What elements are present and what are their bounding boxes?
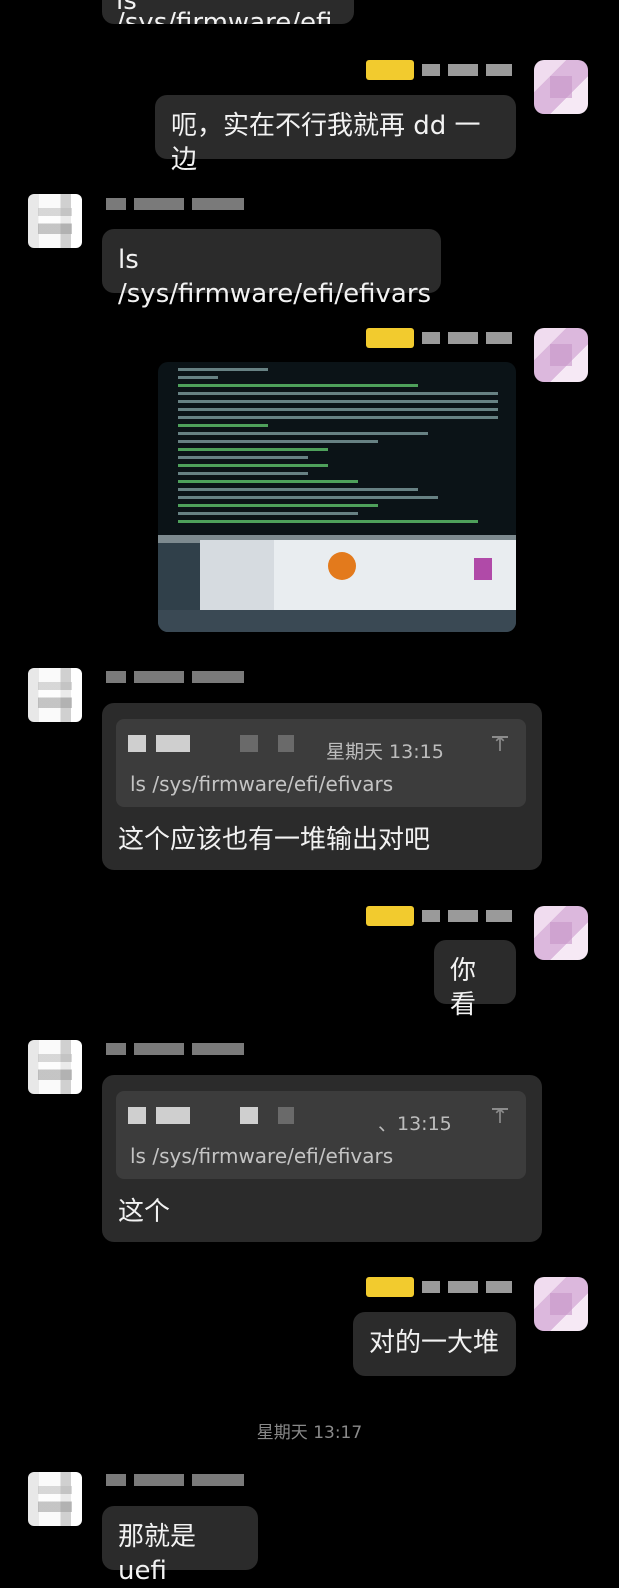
quoted-text: ls /sys/firmware/efi/efivars: [130, 772, 394, 796]
quoted-text: ls /sys/firmware/efi/efivars: [130, 1144, 394, 1168]
avatar[interactable]: [28, 194, 82, 248]
member-tag: [366, 1277, 414, 1297]
member-tag: [366, 906, 414, 926]
sender-info-right: [366, 1277, 512, 1297]
message-text: 你看: [450, 956, 477, 1020]
avatar[interactable]: [534, 1277, 588, 1331]
message-text: 呃，实在不行我就再 dd 一边: [171, 111, 481, 175]
message-bubble-outgoing[interactable]: 你看: [434, 940, 516, 1020]
arrow-up-to-top-icon[interactable]: ↑: [490, 1105, 510, 1127]
chat-timestamp: 星期天 13:17: [256, 1423, 363, 1443]
avatar[interactable]: [534, 60, 588, 114]
app-icon: [474, 558, 492, 580]
message-text: 对的一大堆: [369, 1328, 500, 1358]
message-bubble-outgoing[interactable]: 呃，实在不行我就再 dd 一边: [155, 95, 516, 175]
sender-info-left: [106, 1472, 244, 1488]
sender-info-right: [366, 60, 512, 80]
avatar[interactable]: [534, 328, 588, 382]
message-text: 这个: [118, 1197, 171, 1227]
message-bubble-incoming[interactable]: ls /sys/firmware/efi/efivars: [102, 229, 441, 309]
sender-info-right: [366, 328, 512, 348]
avatar[interactable]: [28, 1472, 82, 1526]
sender-info-right: [366, 906, 512, 926]
message-text: 这个应该也有一堆输出对吧: [118, 825, 431, 855]
message-text: 那就是 uefi: [118, 1522, 197, 1586]
sender-info-left: [106, 1041, 244, 1057]
photo-terminal-screenshot[interactable]: [158, 362, 516, 632]
message-bubble-incoming-reply[interactable]: 、13:15 ↑ ls /sys/firmware/efi/efivars 这个: [102, 1075, 542, 1242]
message-text: ls /sys/firmware/efi: [116, 0, 333, 24]
sender-info-left: [106, 196, 244, 212]
member-tag: [366, 328, 414, 348]
arrow-up-to-top-icon[interactable]: ↑: [490, 733, 510, 755]
avatar[interactable]: [534, 906, 588, 960]
quoted-message[interactable]: 、13:15 ↑ ls /sys/firmware/efi/efivars: [116, 1091, 526, 1179]
quoted-time: 、13:15: [378, 1113, 452, 1135]
member-tag: [366, 60, 414, 80]
message-bubble-incoming-reply[interactable]: 星期天 13:15 ↑ ls /sys/firmware/efi/efivars…: [102, 703, 542, 870]
avatar[interactable]: [28, 668, 82, 722]
quoted-message[interactable]: 星期天 13:15 ↑ ls /sys/firmware/efi/efivars: [116, 719, 526, 807]
sender-info-left: [106, 669, 244, 685]
message-bubble-outgoing[interactable]: 对的一大堆: [353, 1312, 516, 1376]
message-bubble-partial[interactable]: ls /sys/firmware/efi: [102, 0, 354, 24]
app-icon: [328, 552, 356, 580]
message-bubble-incoming[interactable]: 那就是 uefi: [102, 1506, 258, 1586]
message-text: ls /sys/firmware/efi/efivars: [118, 245, 432, 309]
avatar[interactable]: [28, 1040, 82, 1094]
quoted-time: 星期天 13:15: [326, 741, 444, 763]
